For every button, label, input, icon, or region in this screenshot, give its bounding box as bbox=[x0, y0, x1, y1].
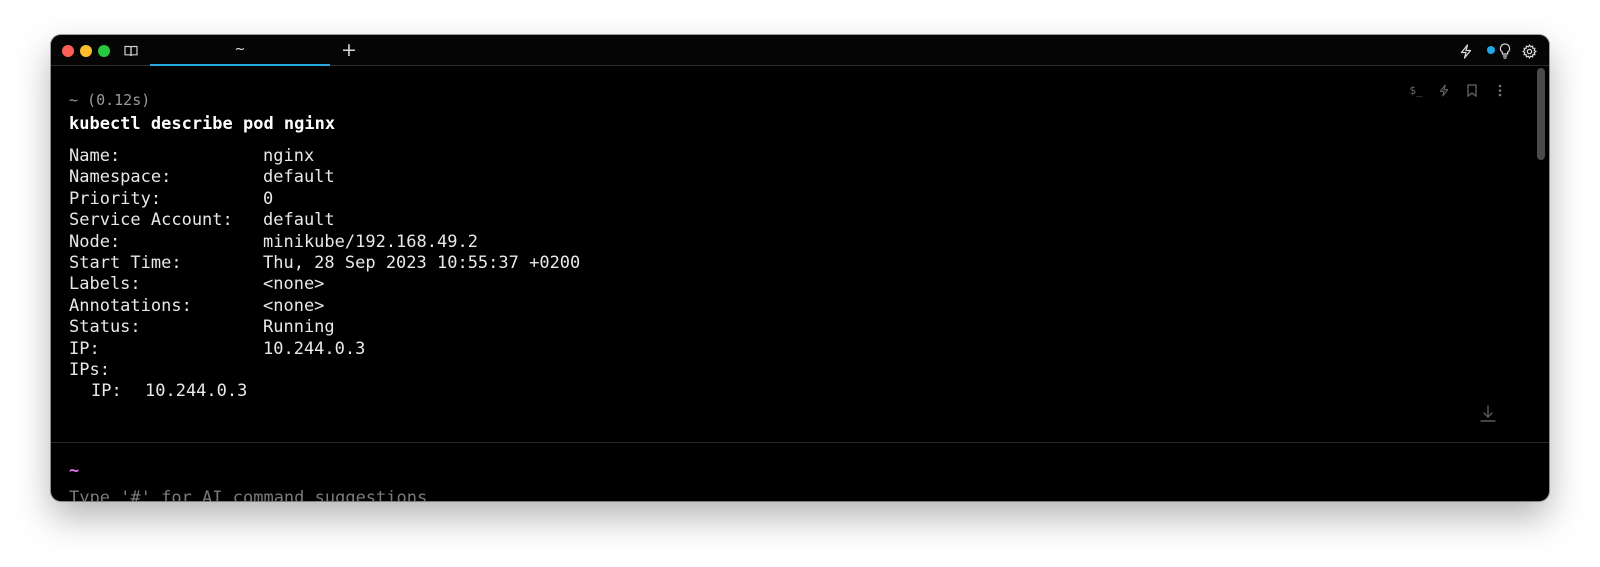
output-key: Namespace: bbox=[69, 167, 172, 188]
command-block[interactable]: ~ (0.12s) kubectl describe pod nginx $_ … bbox=[51, 67, 1531, 437]
more-vertical-icon[interactable] bbox=[1491, 81, 1509, 99]
output-key: Name: bbox=[69, 146, 121, 166]
output-key: Priority: bbox=[69, 188, 162, 209]
block-output: Name: nginx Namespace: default Priority: 0 Ser… bbox=[69, 146, 580, 403]
output-line: IPs: bbox=[69, 360, 580, 381]
output-value: 0 bbox=[263, 188, 274, 209]
output-value: <none> bbox=[263, 295, 325, 316]
output-value: <none> bbox=[263, 274, 325, 295]
output-key: IP: bbox=[91, 381, 122, 402]
output-line: IP: 10.244.0.3 bbox=[69, 381, 580, 402]
output-value: Running bbox=[263, 317, 335, 338]
output-line: Status: Running bbox=[69, 317, 580, 338]
output-value: minikube/192.168.49.2 bbox=[263, 231, 478, 252]
command-input[interactable] bbox=[69, 485, 1269, 501]
output-value: 10.244.0.3 bbox=[145, 381, 248, 402]
output-value: nginx bbox=[263, 146, 315, 166]
output-key: Labels: bbox=[69, 274, 141, 295]
prompt-directory: ~ bbox=[69, 461, 80, 481]
output-value: Thu, 28 Sep 2023 10:55:37 +0200 bbox=[263, 252, 581, 273]
lightning-icon[interactable] bbox=[1457, 42, 1475, 60]
zoom-window-button[interactable] bbox=[98, 45, 110, 57]
output-value: 10.244.0.3 bbox=[263, 338, 366, 359]
output-line: Name: nginx bbox=[69, 146, 580, 167]
output-line: Start Time: Thu, 28 Sep 2023 10:55:37 +02… bbox=[69, 253, 580, 274]
minimize-window-button[interactable] bbox=[80, 45, 92, 57]
output-key: IP: bbox=[69, 338, 100, 359]
output-key: Service Account: bbox=[69, 210, 233, 231]
output-line: Service Account: default bbox=[69, 210, 580, 231]
arrow-down-to-line-icon[interactable] bbox=[1479, 403, 1497, 423]
output-key: IPs: bbox=[69, 359, 110, 380]
terminal-window: ~ + ~ (0.12s) kubectl describe pod nginx bbox=[51, 35, 1549, 501]
block-meta: ~ (0.12s) bbox=[69, 91, 151, 109]
lightbulb-icon[interactable] bbox=[1497, 42, 1513, 60]
output-line: Node: minikube/192.168.49.2 bbox=[69, 232, 580, 253]
block-toolbar: $_ bbox=[1407, 81, 1509, 99]
title-bar: ~ + bbox=[51, 35, 1549, 66]
scrollbar[interactable] bbox=[1537, 68, 1545, 432]
copy-command-button[interactable]: $_ bbox=[1407, 81, 1425, 99]
output-value: default bbox=[263, 167, 335, 188]
output-key: Node: bbox=[69, 231, 121, 252]
output-line: Annotations: <none> bbox=[69, 296, 580, 317]
output-line: Priority: 0 bbox=[69, 189, 580, 210]
book-icon[interactable] bbox=[123, 43, 139, 59]
output-key: Start Time: bbox=[69, 252, 182, 273]
lightning-icon[interactable] bbox=[1435, 81, 1453, 99]
block-command: kubectl describe pod nginx bbox=[69, 114, 336, 134]
bookmark-icon[interactable] bbox=[1463, 81, 1481, 99]
output-line: IP: 10.244.0.3 bbox=[69, 339, 580, 360]
new-tab-button[interactable]: + bbox=[340, 41, 358, 60]
output-key: Annotations: bbox=[69, 295, 192, 316]
tab-home[interactable]: ~ bbox=[150, 35, 330, 66]
tab-label: ~ bbox=[234, 42, 246, 57]
gear-icon[interactable] bbox=[1520, 42, 1538, 60]
scrollbar-thumb[interactable] bbox=[1537, 68, 1545, 160]
status-dot-icon bbox=[1487, 46, 1495, 54]
output-line: Namespace: default bbox=[69, 167, 580, 188]
output-value: default bbox=[263, 210, 335, 231]
output-key: Status: bbox=[69, 317, 141, 338]
close-window-button[interactable] bbox=[62, 45, 74, 57]
input-divider bbox=[51, 442, 1549, 443]
output-line: Labels: <none> bbox=[69, 274, 580, 295]
